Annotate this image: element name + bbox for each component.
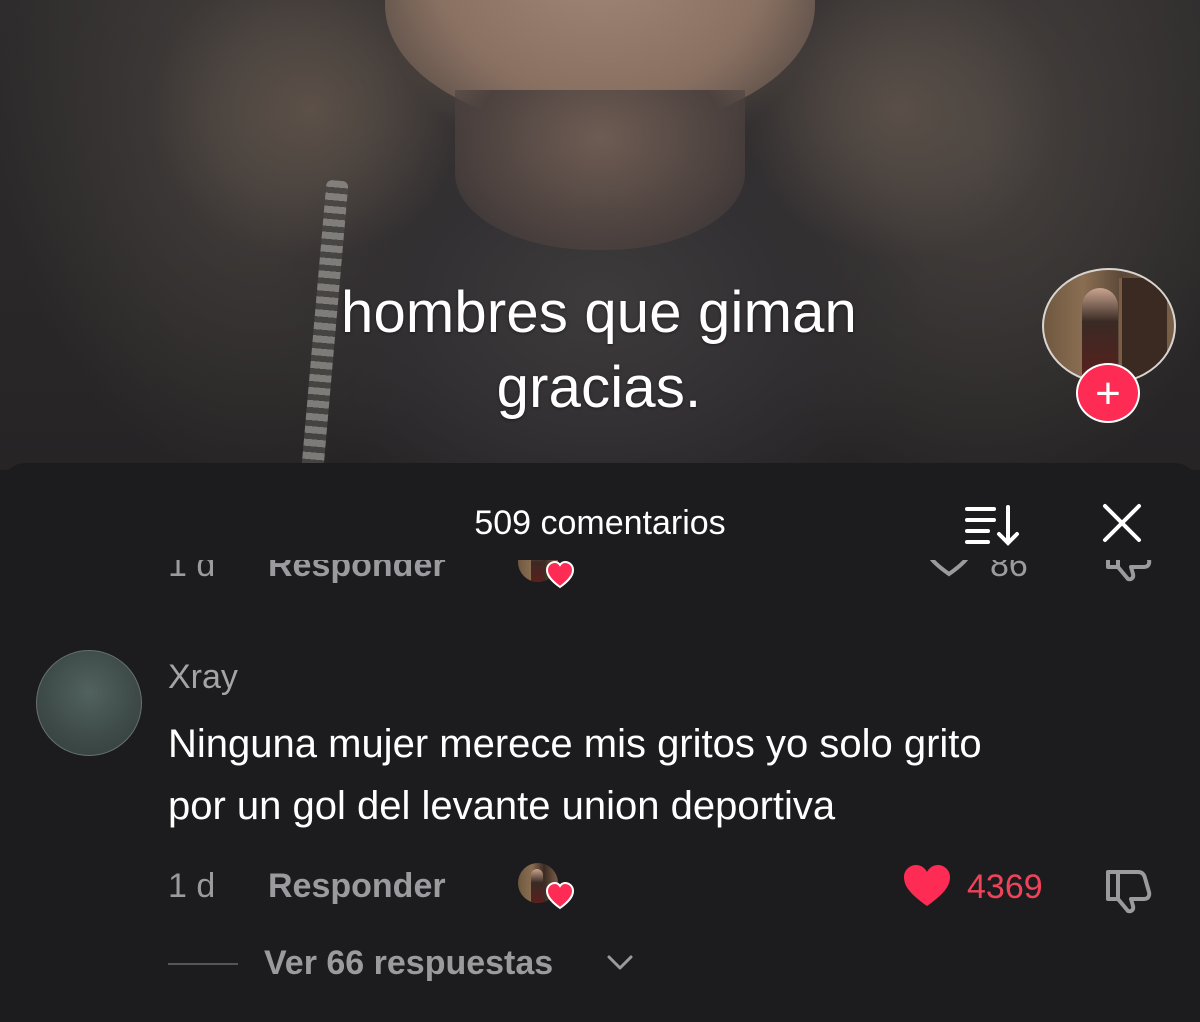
dislike-icon[interactable] (1100, 560, 1154, 582)
comment-time: 1 d (168, 560, 216, 584)
comment-text-line: Ninguna mujer merece mis gritos yo solo … (168, 722, 982, 766)
like-count: 4369 (967, 868, 1043, 906)
comments-count-title: 509 comentarios (474, 504, 726, 542)
video-caption-line: gracias. (496, 355, 702, 420)
comments-sheet: 509 comentarios 1 d Responder 86 Xray Ni… (0, 463, 1200, 1022)
chevron-down-icon[interactable] (606, 954, 634, 972)
like-count: 86 (990, 560, 1028, 584)
view-replies-button[interactable]: Ver 66 respuestas (264, 941, 553, 985)
dislike-icon[interactable] (1100, 864, 1154, 914)
replies-divider (168, 963, 238, 965)
video-player[interactable]: hombres que giman gracias. + (0, 0, 1200, 470)
comment-username[interactable]: Xray (168, 657, 238, 697)
video-caption: hombres que giman gracias. (0, 275, 1200, 425)
commenter-avatar[interactable] (36, 650, 142, 756)
close-icon[interactable] (1102, 503, 1142, 543)
reply-button[interactable]: Responder (268, 560, 446, 585)
sort-icon[interactable] (964, 503, 1020, 547)
comment-text-line: por un gol del levante union deportiva (168, 784, 836, 828)
creator-heart-icon (545, 560, 575, 589)
comment-text: Ninguna mujer merece mis gritos yo solo … (168, 713, 1168, 837)
like-icon[interactable] (924, 560, 974, 578)
previous-comment-actions: 1 d Responder 86 (0, 560, 1200, 600)
avatar-detail (1119, 278, 1167, 378)
heart-icon[interactable] (902, 863, 952, 909)
reply-button[interactable]: Responder (268, 867, 446, 906)
video-caption-line: hombres que giman (340, 280, 858, 345)
follow-button[interactable]: + (1076, 363, 1140, 423)
video-frame-detail (455, 90, 745, 250)
creator-heart-icon (545, 881, 575, 910)
comment-time: 1 d (168, 867, 216, 905)
